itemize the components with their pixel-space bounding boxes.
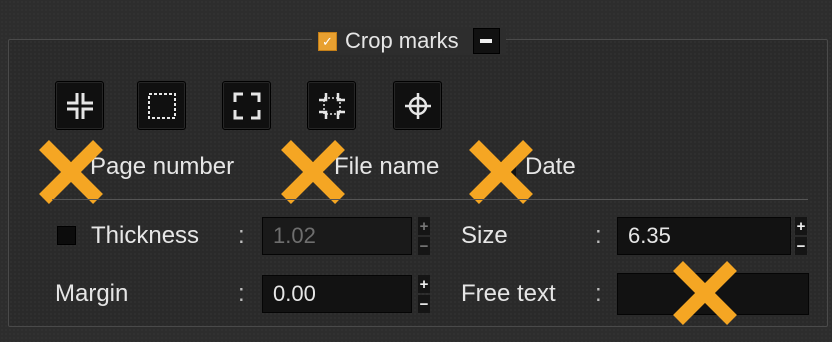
- thickness-input[interactable]: 1.02: [262, 217, 412, 255]
- registration-target-button[interactable]: [393, 81, 442, 130]
- size-input[interactable]: 6.35: [617, 217, 791, 255]
- increment-button[interactable]: +: [418, 275, 430, 293]
- x-mark-icon: [673, 261, 737, 325]
- thickness-spinner[interactable]: + −: [418, 217, 430, 255]
- crop-marks-inner-button[interactable]: [55, 81, 104, 130]
- file-name-label: File name: [334, 153, 440, 180]
- crop-marks-inner-icon: [66, 92, 93, 119]
- decrement-button[interactable]: −: [418, 295, 430, 313]
- separator: [52, 199, 808, 200]
- size-spinner[interactable]: + −: [795, 217, 807, 255]
- margin-colon: :: [238, 280, 245, 307]
- increment-button[interactable]: +: [418, 217, 430, 235]
- crop-marks-outer-button[interactable]: [222, 81, 271, 130]
- dashed-rectangle-button[interactable]: [137, 81, 186, 130]
- x-mark-icon: [281, 140, 345, 204]
- x-mark-icon: [469, 140, 533, 204]
- free-text-label: Free text: [461, 280, 556, 307]
- x-mark-icon: [39, 140, 103, 204]
- decrement-button[interactable]: −: [795, 237, 807, 255]
- margin-label: Margin: [55, 280, 129, 307]
- margin-input[interactable]: 0.00: [262, 275, 412, 313]
- margin-spinner[interactable]: + −: [418, 275, 430, 313]
- registration-target-icon: [404, 92, 431, 119]
- page-number-label: Page number: [90, 153, 235, 180]
- crop-marks-outer-icon: [233, 92, 260, 119]
- crop-marks-frame-button[interactable]: [307, 81, 356, 130]
- thickness-checkbox[interactable]: [57, 226, 76, 245]
- minus-icon: [480, 39, 493, 43]
- dashed-rectangle-icon: [147, 92, 176, 119]
- free-text-colon: :: [595, 280, 602, 307]
- increment-button[interactable]: +: [795, 217, 807, 235]
- collapse-button[interactable]: [472, 28, 500, 54]
- size-label: Size: [461, 222, 508, 249]
- size-colon: :: [595, 222, 602, 249]
- decrement-button[interactable]: −: [418, 237, 430, 255]
- crop-marks-title: Crop marks: [345, 28, 459, 53]
- crop-marks-frame-icon: [318, 92, 345, 119]
- crop-marks-enable-checkbox[interactable]: ✓: [318, 31, 337, 51]
- thickness-label: Thickness: [91, 222, 200, 249]
- thickness-colon: :: [238, 222, 245, 249]
- crop-marks-group-header: ✓ Crop marks: [312, 27, 506, 55]
